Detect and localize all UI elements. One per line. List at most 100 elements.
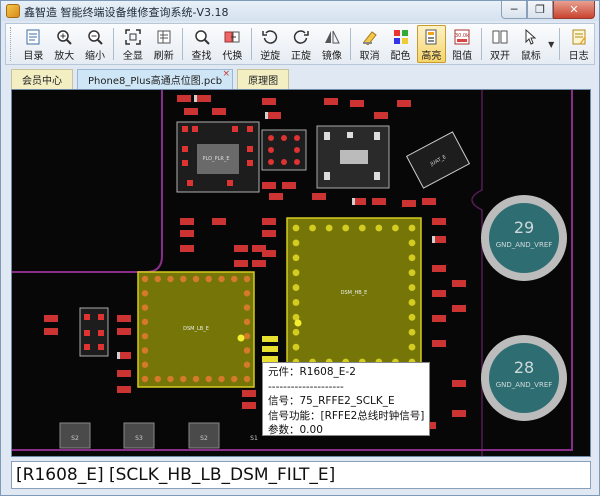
pad	[375, 224, 383, 232]
mouse-icon	[523, 28, 539, 45]
pad	[408, 299, 416, 306]
resistance-icon: 30.0k	[454, 29, 470, 45]
resistance-label: 阻值	[452, 51, 473, 62]
refresh-label: 刷新	[153, 51, 174, 62]
pad-label-s2: S2	[71, 435, 79, 442]
search-button[interactable]: 查找	[187, 25, 216, 63]
pad	[408, 328, 416, 336]
gnd-pad-29-number: 29	[514, 218, 534, 237]
tooltip-divider: --------------------	[268, 380, 344, 393]
dual-open-button[interactable]: 双开	[486, 25, 515, 63]
toolbar-separator	[480, 28, 482, 60]
zoom-in-icon	[56, 29, 72, 45]
refresh-button[interactable]: 刷新	[149, 25, 178, 63]
pad	[243, 375, 251, 383]
pad	[141, 318, 149, 326]
pad	[408, 224, 416, 232]
fit-all-button[interactable]: 全显	[118, 25, 147, 63]
toolbar-grip[interactable]	[10, 27, 14, 61]
color-button[interactable]: 配色	[386, 25, 415, 63]
zoom-in-label: 放大	[54, 51, 75, 62]
catalog-label: 目录	[23, 51, 44, 62]
close-button[interactable]: ✕	[553, 1, 595, 19]
tab-pcb-file-label: Phone8_Plus高通点位图.pcb	[88, 76, 223, 87]
zoom-out-button[interactable]: 缩小	[81, 25, 110, 63]
mouse-label: 鼠标	[520, 51, 541, 62]
highlight-icon	[423, 29, 439, 45]
window-title: 鑫智造 智能终端设备维修查询系统-V3.18	[24, 6, 229, 19]
ic-component[interactable]	[261, 129, 307, 171]
dsm-lb-component[interactable]: DSM_LB_E	[137, 271, 255, 388]
color-icon	[393, 29, 409, 45]
pad	[167, 375, 174, 383]
tooltip-param: 参数：0.00	[268, 424, 323, 436]
board-outline	[12, 90, 163, 273]
gnd-pad-29[interactable]: 29 GND_AND_VREF	[481, 195, 567, 281]
pad-label-s1: S1	[250, 435, 258, 442]
mouse-button[interactable]: 鼠标	[516, 25, 545, 63]
zoom-out-label: 缩小	[85, 51, 106, 62]
mirror-button[interactable]: 镜像	[317, 25, 346, 63]
refresh-icon	[156, 29, 172, 45]
rotate-ccw-label: 逆旋	[260, 51, 281, 62]
ic-component[interactable]	[79, 307, 109, 357]
tab-pcb-file[interactable]: Phone8_Plus高通点位图.pcb ×	[77, 69, 234, 89]
pad	[192, 275, 200, 283]
pad	[231, 375, 238, 383]
pad	[392, 224, 399, 232]
cancel-button[interactable]: 取消	[355, 25, 384, 63]
pad	[408, 239, 416, 247]
pmic-label: PLO_PLR_E	[203, 156, 230, 162]
gnd-pad-28-label: GND_AND_VREF	[496, 381, 553, 389]
tab-schematic[interactable]: 原理图	[237, 69, 290, 89]
tab-member-center[interactable]: 会员中心	[11, 69, 73, 89]
catalog-button[interactable]: 目录	[19, 25, 48, 63]
tooltip-signal: 信号：75_RFFE2_SCLK_E	[268, 395, 395, 407]
pad	[167, 275, 174, 283]
toolbar-separator	[350, 28, 352, 60]
dual-open-icon	[492, 29, 508, 45]
pad	[292, 254, 300, 262]
document-tabs: 会员中心 Phone8_Plus高通点位图.pcb × 原理图	[11, 69, 293, 89]
zoom-in-button[interactable]: 放大	[50, 25, 79, 63]
pad	[192, 375, 200, 383]
highlight-button[interactable]: 高亮	[416, 25, 446, 63]
gnd-pad-28[interactable]: 28 GND_AND_VREF	[481, 335, 567, 421]
log-button[interactable]: 日志	[564, 25, 593, 63]
rotate-cw-button[interactable]: 正旋	[287, 25, 316, 63]
pad	[292, 269, 300, 277]
pad	[292, 328, 300, 336]
more-dropdown-icon[interactable]: ▼	[546, 25, 556, 63]
dsm-hb-component[interactable]: DSM_HB_E	[286, 217, 422, 373]
toolbar-separator	[250, 28, 252, 60]
pad	[408, 269, 416, 277]
pcb-canvas[interactable]: PLO_PLR_E JUAT_E DSM_LB_E DSM_HB_E S2 S3…	[11, 89, 591, 457]
pad	[141, 347, 149, 354]
restore-button[interactable]: ❐	[527, 1, 553, 19]
juat-component[interactable]: JUAT_E	[405, 131, 471, 189]
tab-close-icon[interactable]: ×	[223, 69, 231, 79]
pad	[141, 304, 149, 311]
pad	[243, 361, 251, 368]
pad	[180, 275, 187, 283]
replace-icon	[224, 29, 240, 45]
cancel-icon	[362, 29, 378, 46]
pad	[218, 275, 225, 283]
ic-component[interactable]	[316, 125, 390, 189]
window-controls: ─ ❐ ✕	[501, 1, 595, 19]
pad	[309, 224, 316, 232]
resistance-button[interactable]: 30.0k 阻值	[448, 25, 477, 63]
pad	[243, 275, 251, 283]
pad	[292, 239, 300, 247]
replace-button[interactable]: 代换	[218, 25, 247, 63]
pad	[292, 299, 300, 306]
minimize-button[interactable]: ─	[501, 1, 527, 19]
gnd-pad-28-number: 28	[514, 358, 534, 377]
pad	[243, 332, 251, 340]
rotate-ccw-button[interactable]: 逆旋	[256, 25, 285, 63]
pad	[325, 224, 333, 232]
status-bar: [R1608_E] [SCLK_HB_LB_DSM_FILT_E]	[11, 461, 591, 489]
pmic-component[interactable]: PLO_PLR_E	[176, 121, 260, 193]
pad	[243, 347, 251, 354]
fit-all-icon	[125, 29, 141, 45]
